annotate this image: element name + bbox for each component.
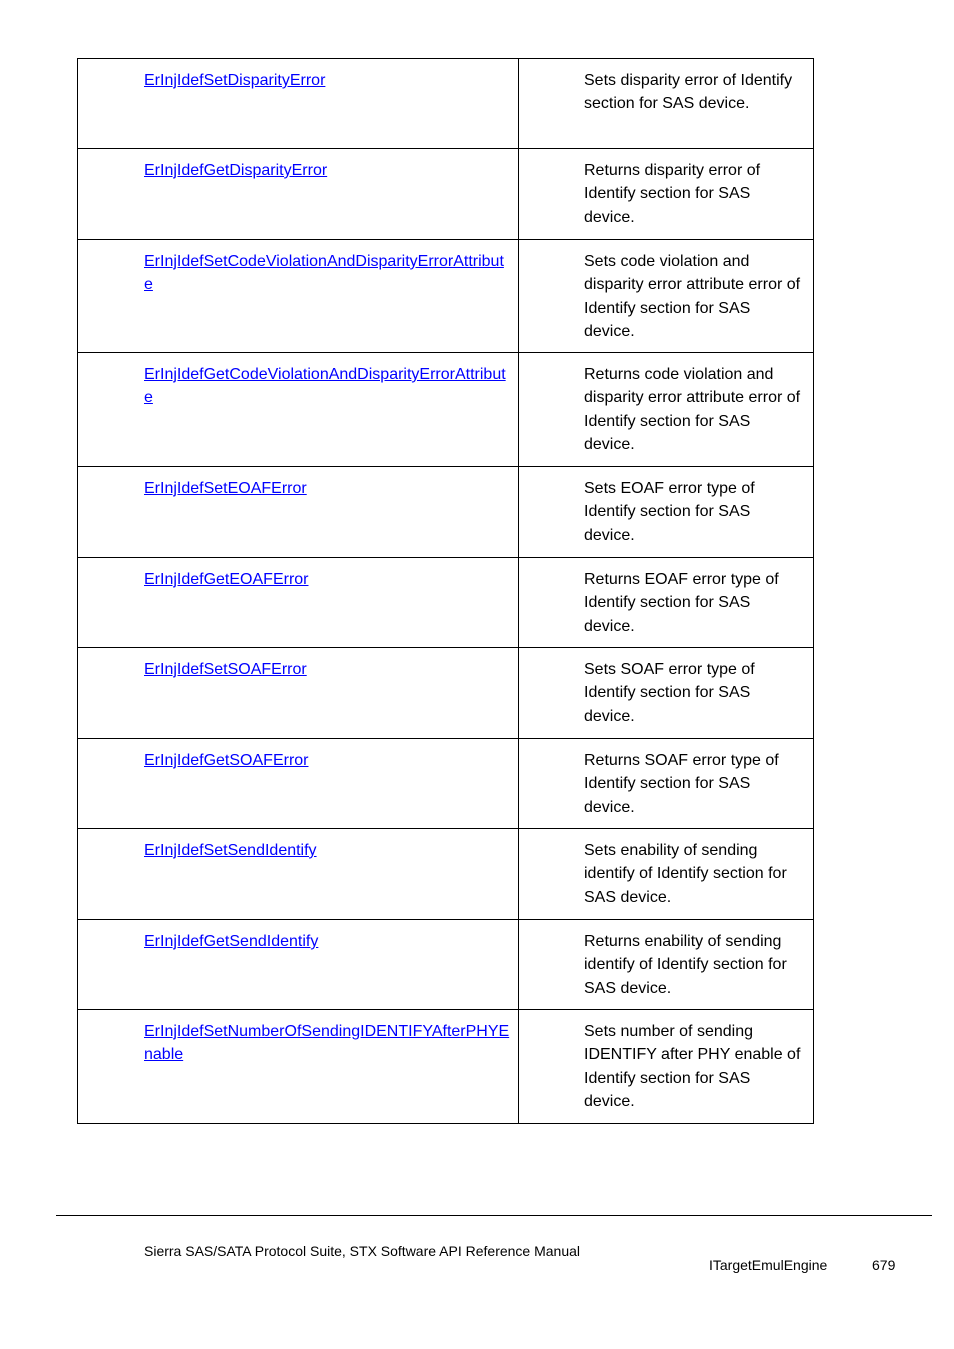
function-cell: ErInjIdefSetSendIdentify: [77, 828, 519, 920]
function-cell: ErInjIdefGetSOAFError: [77, 738, 519, 829]
table-row: ErInjIdefGetDisparityError Returns dispar…: [77, 148, 814, 240]
function-cell: ErInjIdefSetSOAFError: [77, 647, 519, 739]
function-link[interactable]: ErInjIdefSetSOAFError: [144, 661, 307, 678]
table-row: ErInjIdefSetNumberOfSendingIDENTIFYAfter…: [77, 1009, 814, 1124]
table-row: ErInjIdefSetSOAFError Sets SOAF error typ…: [77, 647, 814, 739]
footer-manual-title: Sierra SAS/SATA Protocol Suite, STX Soft…: [144, 1243, 581, 1259]
function-cell: ErInjIdefGetSendIdentify: [77, 919, 519, 1010]
table-row: ErInjIdefSetDisparityError Sets disparity…: [77, 58, 814, 149]
function-description: Sets EOAF error type of Identify section…: [518, 466, 814, 558]
function-link[interactable]: ErInjIdefSetSendIdentify: [144, 842, 317, 859]
table-row: ErInjIdefSetSendIdentify Sets enability o…: [77, 828, 814, 920]
table-row: ErInjIdefGetSendIdentify Returns enabilit…: [77, 919, 814, 1010]
function-link[interactable]: ErInjIdefGetSOAFError: [144, 752, 309, 769]
function-description: Sets SOAF error type of Identify section…: [518, 647, 814, 739]
function-description: Sets code violation and disparity error …: [518, 239, 814, 353]
function-link[interactable]: ErInjIdefGetCodeViolationAndDisparityErr…: [144, 366, 506, 406]
function-cell: ErInjIdefSetNumberOfSendingIDENTIFYAfter…: [77, 1009, 519, 1124]
function-cell: ErInjIdefSetCodeViolationAndDisparityErr…: [77, 239, 519, 353]
footer-divider: [56, 1215, 932, 1216]
page-number: 679: [872, 1257, 896, 1273]
api-function-table: ErInjIdefSetDisparityError Sets disparity…: [77, 58, 814, 1124]
function-link[interactable]: ErInjIdefGetEOAFError: [144, 571, 309, 588]
function-link[interactable]: ErInjIdefSetNumberOfSendingIDENTIFYAfter…: [144, 1023, 509, 1063]
table-row: ErInjIdefGetCodeViolationAndDisparityErr…: [77, 352, 814, 467]
table-row: ErInjIdefSetEOAFError Sets EOAF error typ…: [77, 466, 814, 558]
function-description: Returns SOAF error type of Identify sect…: [518, 738, 814, 829]
function-cell: ErInjIdefGetDisparityError: [77, 148, 519, 240]
function-link[interactable]: ErInjIdefSetCodeViolationAndDisparityErr…: [144, 253, 504, 293]
function-link[interactable]: ErInjIdefSetEOAFError: [144, 480, 307, 497]
function-cell: ErInjIdefGetCodeViolationAndDisparityErr…: [77, 352, 519, 467]
function-cell: ErInjIdefSetDisparityError: [77, 58, 519, 149]
function-link[interactable]: ErInjIdefGetSendIdentify: [144, 933, 318, 950]
footer-section: ITargetEmulEngine: [709, 1257, 828, 1273]
function-description: Sets number of sending IDENTIFY after PH…: [518, 1009, 814, 1124]
function-link[interactable]: ErInjIdefGetDisparityError: [144, 162, 327, 179]
table-row: ErInjIdefGetEOAFError Returns EOAF error …: [77, 557, 814, 648]
table-row: ErInjIdefSetCodeViolationAndDisparityErr…: [77, 239, 814, 353]
function-cell: ErInjIdefSetEOAFError: [77, 466, 519, 558]
table-row: ErInjIdefGetSOAFError Returns SOAF error …: [77, 738, 814, 829]
function-description: Returns enability of sending identify of…: [518, 919, 814, 1010]
function-cell: ErInjIdefGetEOAFError: [77, 557, 519, 648]
function-description: Sets disparity error of Identify section…: [518, 58, 814, 149]
function-description: Returns EOAF error type of Identify sect…: [518, 557, 814, 648]
function-description: Returns code violation and disparity err…: [518, 352, 814, 467]
function-description: Sets enability of sending identify of Id…: [518, 828, 814, 920]
function-link[interactable]: ErInjIdefSetDisparityError: [144, 72, 325, 89]
function-description: Returns disparity error of Identify sect…: [518, 148, 814, 240]
